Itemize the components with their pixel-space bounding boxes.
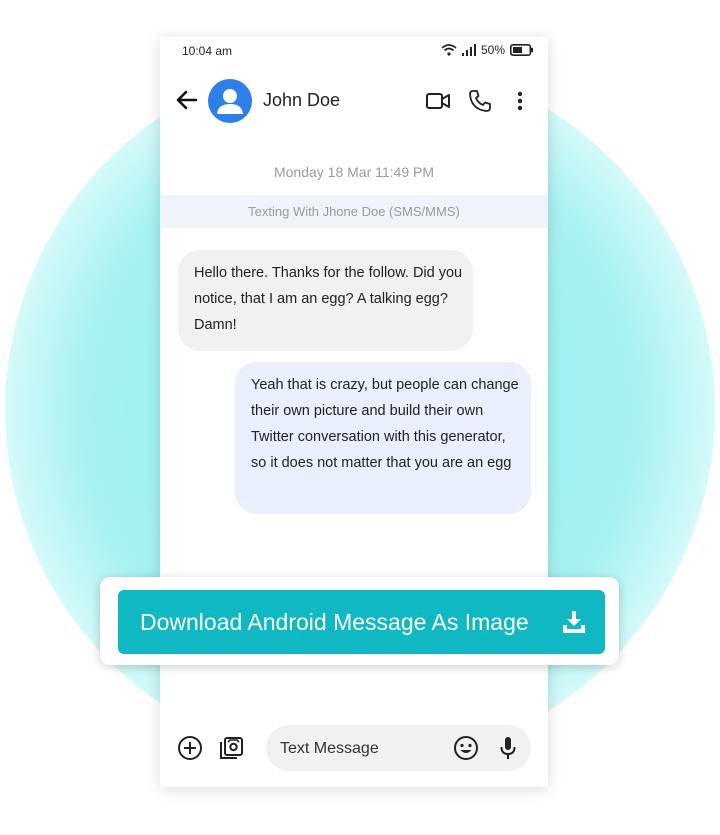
status-icons: 50%	[441, 43, 534, 57]
add-icon[interactable]	[176, 734, 204, 762]
outgoing-message[interactable]: Yeah that is crazy, but people can chang…	[235, 362, 531, 514]
battery-percent: 50%	[480, 43, 505, 57]
more-vert-icon[interactable]	[507, 88, 533, 114]
sms-banner: Texting With Jhone Doe (SMS/MMS)	[160, 195, 548, 228]
back-arrow-icon[interactable]	[174, 87, 200, 113]
incoming-message[interactable]: Hello there. Thanks for the follow. Did …	[178, 250, 473, 351]
download-icon	[563, 611, 585, 633]
message-input-box[interactable]	[266, 725, 531, 773]
download-card: Download Android Message As Image	[100, 577, 619, 665]
conversation-header: John Doe	[160, 75, 548, 125]
video-call-icon[interactable]	[425, 88, 451, 114]
emoji-icon[interactable]	[452, 734, 480, 762]
download-button[interactable]: Download Android Message As Image	[118, 590, 605, 654]
contact-name[interactable]: John Doe	[263, 90, 340, 111]
message-input[interactable]	[278, 725, 452, 773]
avatar[interactable]	[208, 79, 252, 123]
date-label: Monday 18 Mar 11:49 PM	[273, 164, 435, 180]
wifi-icon	[441, 44, 457, 56]
phone-icon[interactable]	[467, 88, 493, 114]
composer	[160, 723, 548, 773]
signal-icon	[461, 44, 476, 56]
gallery-icon[interactable]	[217, 734, 245, 762]
download-label: Download Android Message As Image	[140, 609, 529, 635]
battery-icon	[510, 44, 533, 56]
mic-icon[interactable]	[494, 734, 522, 762]
status-bar: 10:04 am 50%	[160, 37, 548, 67]
person-icon	[217, 89, 243, 114]
status-time: 10:04 am	[182, 44, 233, 58]
phone-screen: 10:04 am 50% John Doe Monday 18 Mar 11:4…	[160, 37, 548, 787]
